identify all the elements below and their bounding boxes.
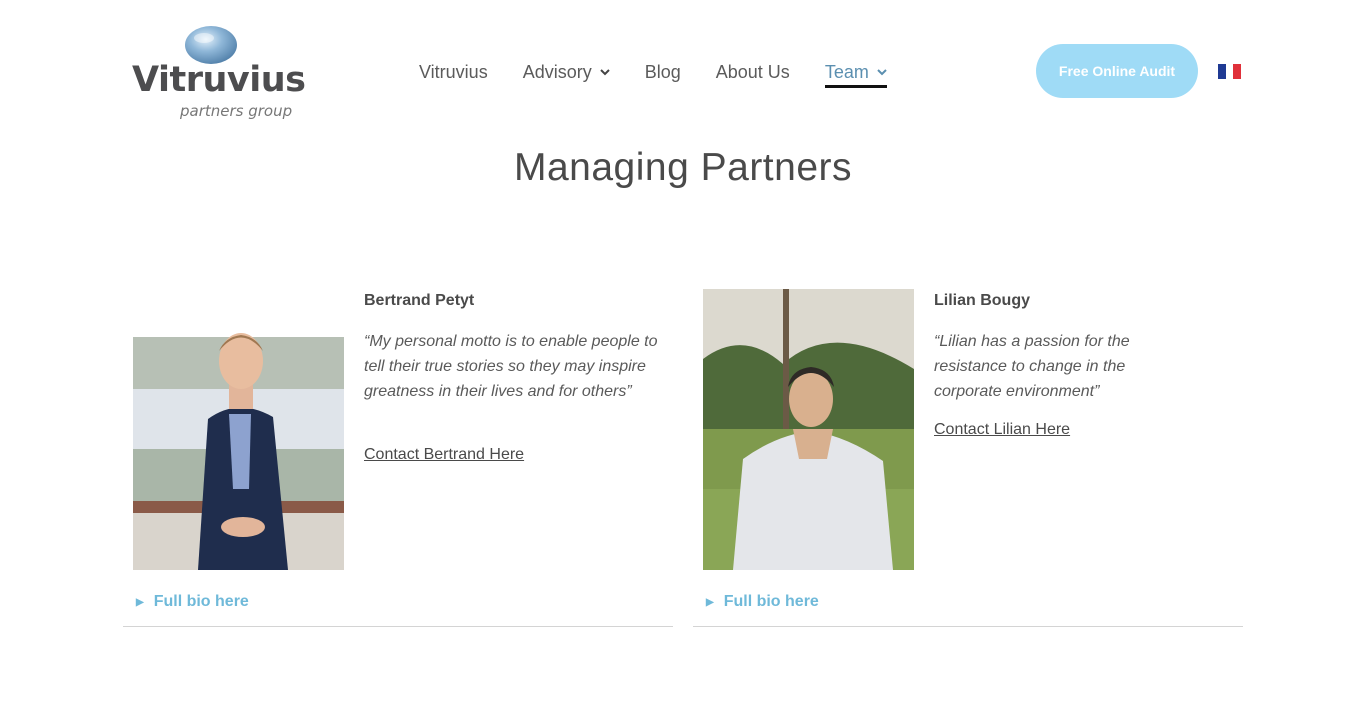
- nav-item-label: Blog: [644, 61, 681, 82]
- caret-right-icon: ▶: [706, 596, 714, 608]
- chevron-down-icon: [600, 67, 610, 79]
- full-bio-label: Full bio here: [723, 593, 819, 610]
- nav-item-label: Advisory: [522, 61, 592, 82]
- partner-photo-lilian: [703, 289, 914, 570]
- main-nav: Vitruvius Advisory Blog About Us Team: [419, 57, 922, 88]
- nav-item-advisory[interactable]: Advisory: [523, 58, 610, 86]
- nav-item-team[interactable]: Team: [824, 58, 887, 88]
- partner-name: Bertrand Petyt: [364, 292, 475, 309]
- contact-bertrand-link[interactable]: Contact Bertrand Here: [364, 446, 524, 464]
- nav-item-label: Team: [824, 61, 869, 82]
- brand-logo[interactable]: Vitruvius partners group: [132, 22, 306, 122]
- partner-name: Lilian Bougy: [934, 292, 1030, 309]
- contact-lilian-link[interactable]: Contact Lilian Here: [934, 421, 1070, 439]
- partner-quote: “My personal motto is to enable people t…: [364, 333, 658, 400]
- partner-photo-bertrand: [133, 289, 344, 570]
- brand-tagline: partners group: [180, 102, 293, 120]
- partner-quote: “Lilian has a passion for the resistance…: [934, 333, 1130, 400]
- divider: [693, 626, 1243, 627]
- full-bio-toggle[interactable]: ▶ Full bio here: [136, 593, 249, 611]
- page-title: Managing Partners: [513, 146, 853, 189]
- nav-item-vitruvius[interactable]: Vitruvius: [419, 58, 488, 86]
- full-bio-toggle[interactable]: ▶ Full bio here: [706, 593, 819, 611]
- chevron-down-icon: [877, 67, 887, 79]
- caret-right-icon: ▶: [136, 596, 144, 608]
- brand-name: Vitruvius: [132, 60, 306, 100]
- nav-item-blog[interactable]: Blog: [645, 58, 681, 86]
- full-bio-label: Full bio here: [153, 593, 249, 610]
- nav-item-label: About Us: [715, 61, 790, 82]
- free-online-audit-button[interactable]: Free Online Audit: [1036, 44, 1198, 98]
- nav-item-label: Vitruvius: [419, 61, 488, 82]
- nav-item-about-us[interactable]: About Us: [716, 58, 790, 86]
- french-flag-icon[interactable]: [1218, 64, 1242, 79]
- divider: [123, 626, 673, 627]
